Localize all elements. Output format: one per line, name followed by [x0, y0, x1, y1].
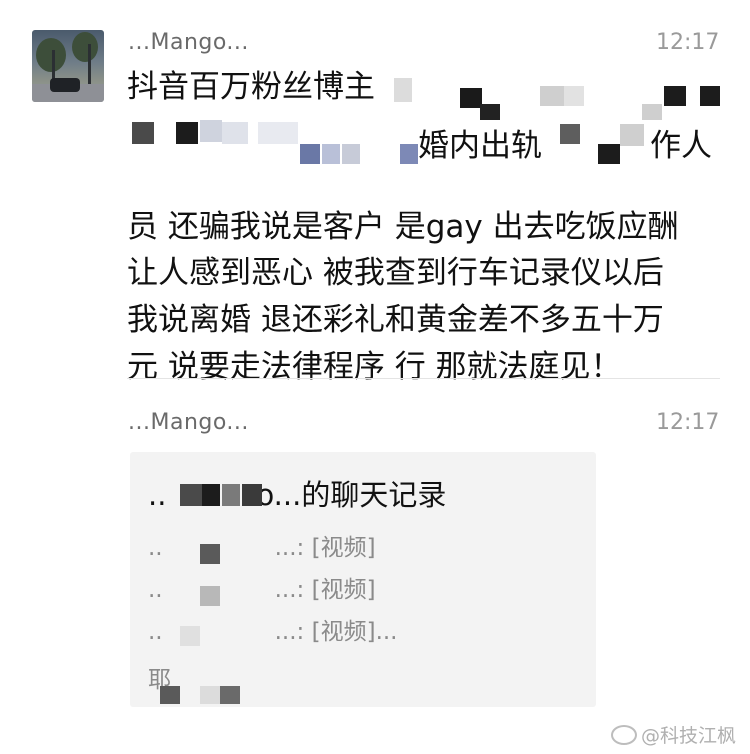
text-fragment: 作人	[650, 128, 712, 164]
censor-mosaic	[200, 544, 220, 564]
censor-mosaic	[300, 144, 320, 164]
censor-mosaic	[598, 144, 620, 164]
censor-mosaic	[642, 104, 662, 120]
watermark-text: @科技江枫	[640, 725, 736, 747]
censor-mosaic	[180, 484, 202, 506]
text-line-5: 让人感到恶心 被我查到行车记录仪以后	[127, 255, 664, 292]
text-line-6: 我说离婚 退还彩礼和黄金差不多五十万	[127, 301, 664, 338]
censor-mosaic	[394, 78, 412, 102]
censor-mosaic	[560, 124, 580, 144]
chat-history-row: .....: [视频]	[148, 535, 376, 561]
sender-avatar[interactable]	[32, 30, 104, 102]
censor-mosaic	[132, 122, 154, 144]
censor-mosaic	[322, 144, 340, 164]
text-line-4: 员 还骗我说是客户 是gay 出去吃饭应酬	[127, 208, 679, 245]
text-line-7: 元 说要走法律程序 行 那就法庭见！	[127, 348, 622, 385]
motorcycle-icon	[50, 78, 80, 92]
chat-history-row: .....: [视频]	[148, 577, 376, 603]
censor-mosaic	[342, 144, 360, 164]
censor-mosaic	[222, 484, 240, 506]
text-line-1: 抖音百万粉丝博主	[127, 69, 375, 105]
sender-name[interactable]: ...Mango...	[128, 410, 249, 435]
watermark: @科技江枫	[610, 721, 736, 748]
censor-mosaic	[176, 122, 198, 144]
text-fragment: 婚内出轨	[418, 128, 542, 164]
censor-mosaic	[540, 86, 564, 106]
weibo-icon	[610, 724, 637, 745]
sender-name[interactable]: ...Mango...	[128, 30, 249, 55]
censor-mosaic	[620, 124, 644, 146]
censor-mosaic	[160, 686, 180, 704]
favorite-text-message[interactable]: 抖音百万粉丝博主 员 还骗我说是客户 是gay 出去吃饭应酬 让人感到恶心 被我…	[127, 64, 727, 390]
message-time: 12:17	[656, 30, 720, 55]
censor-mosaic	[180, 626, 200, 646]
censor-mosaic	[480, 104, 500, 120]
censor-mosaic	[200, 120, 222, 142]
censor-mosaic	[258, 122, 298, 144]
censor-mosaic	[400, 144, 418, 164]
censor-mosaic	[564, 86, 584, 106]
censor-mosaic	[220, 686, 240, 704]
censor-mosaic	[460, 88, 482, 108]
message-time: 12:17	[656, 410, 720, 435]
censor-mosaic	[700, 86, 720, 106]
censor-mosaic	[664, 86, 686, 106]
censor-mosaic	[202, 484, 220, 506]
message-divider	[127, 378, 720, 379]
censor-mosaic	[200, 686, 220, 704]
censor-mosaic	[200, 586, 220, 606]
censor-mosaic	[242, 484, 262, 506]
censor-mosaic	[222, 122, 248, 144]
